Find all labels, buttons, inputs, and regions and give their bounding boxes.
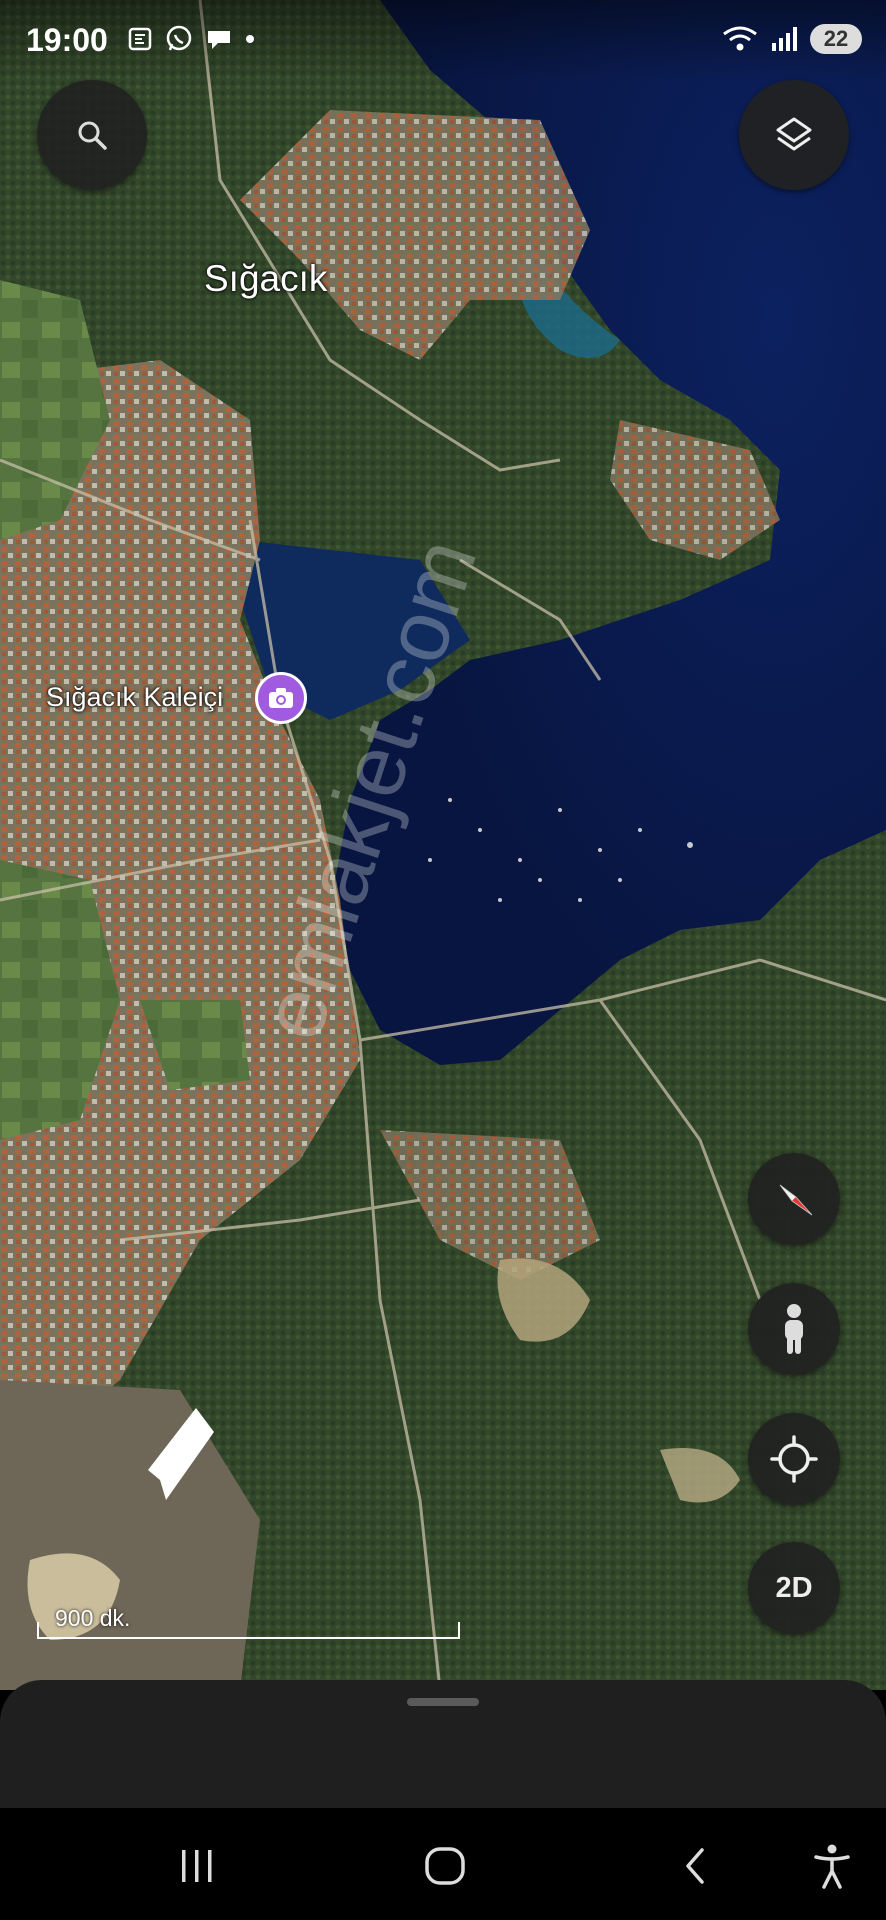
layers-button[interactable] [739, 80, 849, 190]
signal-icon [772, 27, 797, 51]
back-icon [686, 1848, 704, 1884]
notification-icons [126, 24, 256, 54]
pegman-icon [785, 1304, 803, 1354]
compass-button[interactable] [748, 1153, 840, 1245]
back-button[interactable] [660, 1836, 730, 1896]
dot-icon [246, 35, 254, 43]
screenshot-icon [128, 27, 152, 51]
layers-icon [776, 117, 812, 151]
chat-icon [208, 31, 230, 49]
home-button[interactable] [410, 1836, 480, 1896]
home-icon [425, 1847, 465, 1885]
search-icon [78, 121, 107, 150]
poi-label[interactable]: Sığacık Kaleiçi [46, 682, 223, 713]
accessibility-icon [814, 1844, 850, 1889]
recent-apps-icon [182, 1850, 212, 1882]
status-time: 19:00 [26, 22, 108, 58]
my-location-button[interactable] [748, 1413, 840, 1505]
sheet-drag-handle[interactable] [407, 1698, 479, 1706]
whatsapp-icon [166, 25, 192, 51]
locate-icon [770, 1435, 818, 1483]
view-mode-button[interactable]: 2D [748, 1542, 840, 1634]
search-button[interactable] [37, 80, 147, 190]
battery-indicator: 22 [810, 24, 862, 54]
camera-icon [269, 688, 293, 708]
streetview-button[interactable] [748, 1283, 840, 1375]
accessibility-button[interactable] [797, 1836, 867, 1896]
system-status-icons: 22 [722, 24, 862, 54]
wifi-icon [723, 26, 757, 51]
recent-apps-button[interactable] [162, 1836, 232, 1896]
town-label[interactable]: Sığacık [204, 258, 327, 300]
status-bar: 19:00 22 [0, 0, 886, 82]
poi-photo-pin[interactable] [255, 672, 307, 724]
bottom-sheet[interactable] [0, 1680, 886, 1808]
navigation-bar [0, 1808, 886, 1920]
compass-icon [779, 1184, 813, 1216]
scale-bar [37, 1622, 460, 1639]
